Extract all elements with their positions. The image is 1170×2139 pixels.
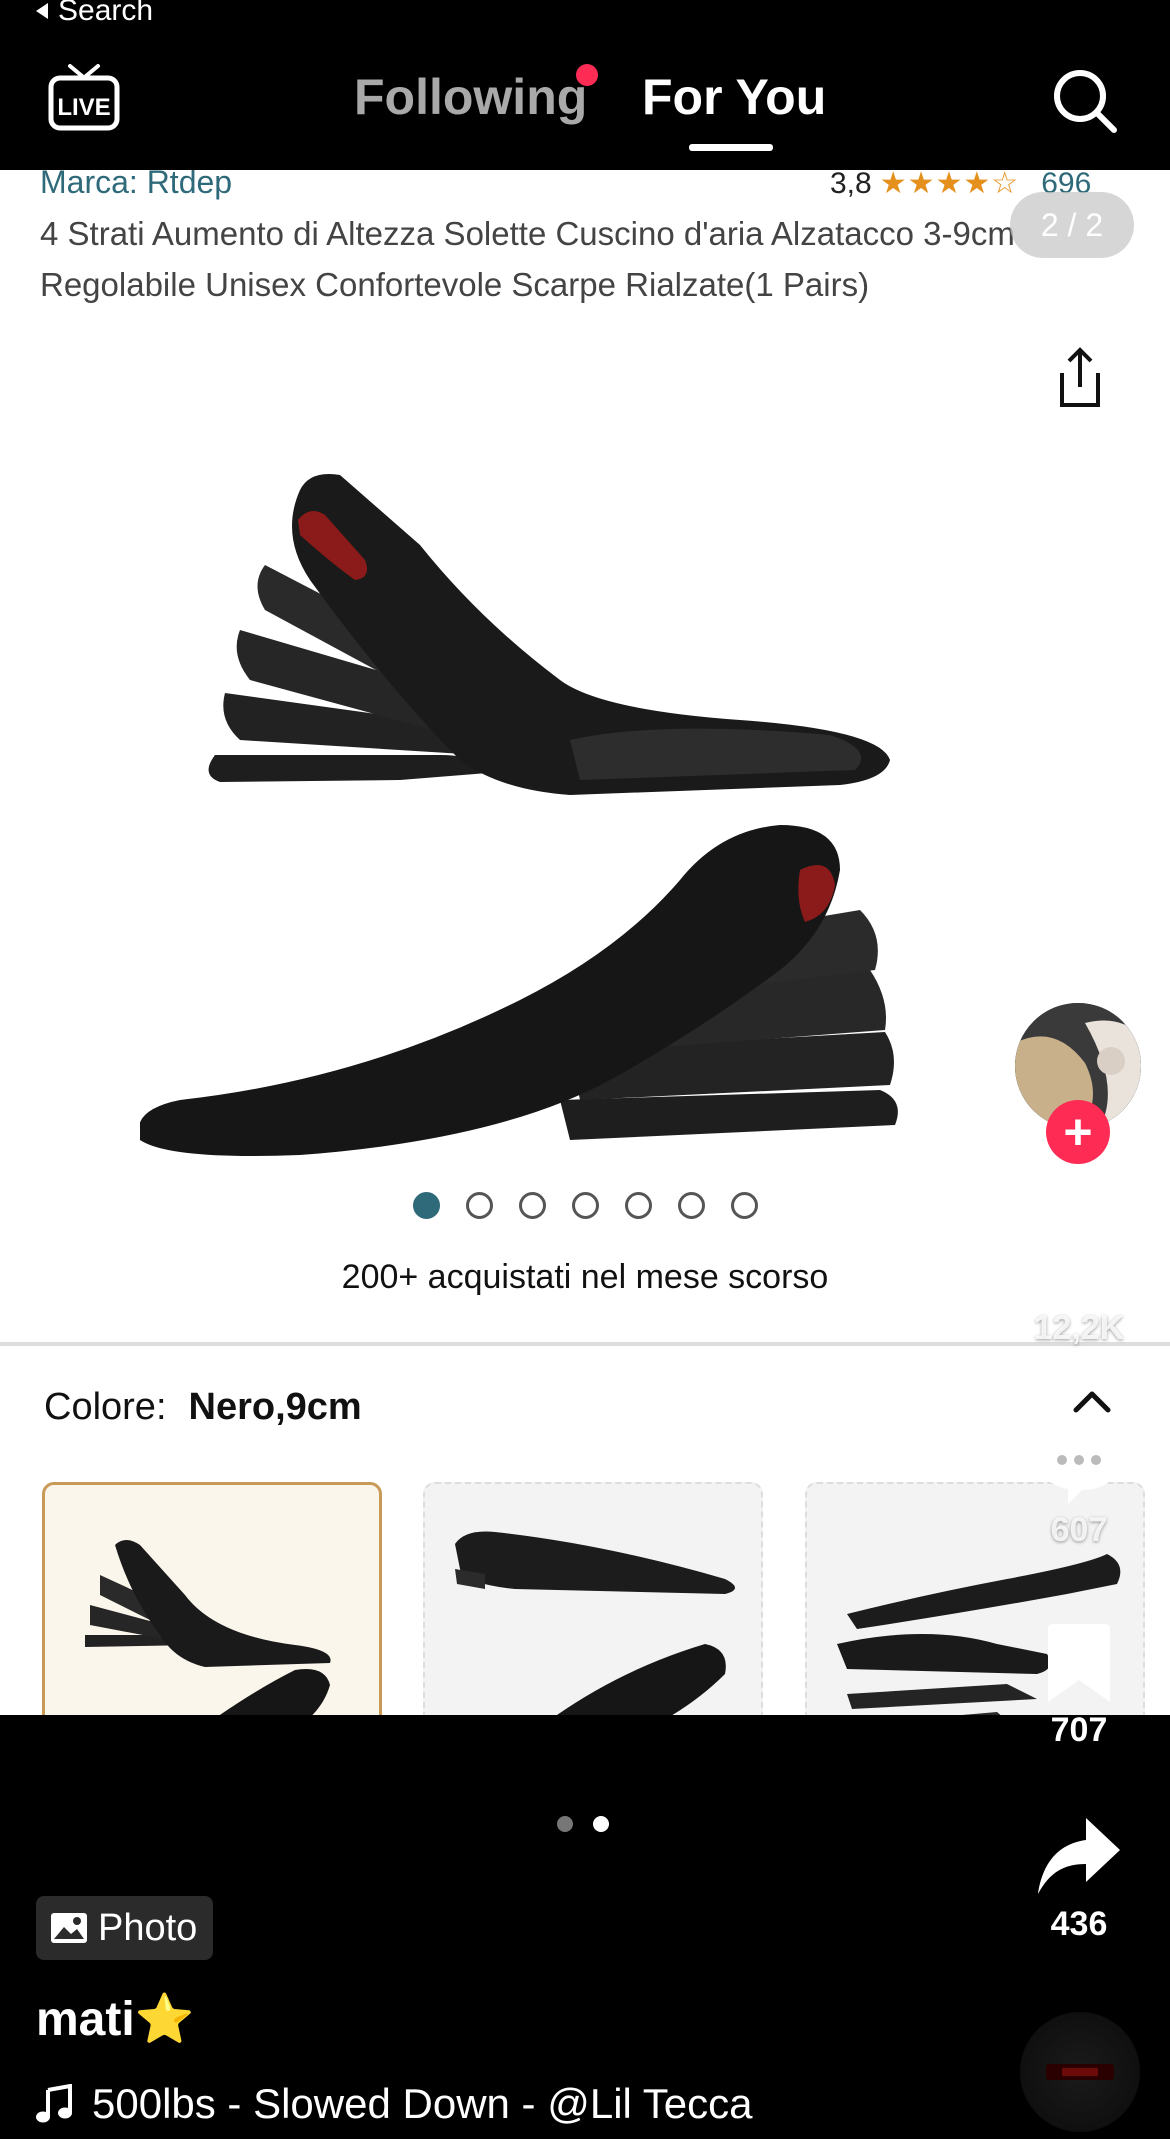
heart-icon: [1038, 1225, 1120, 1300]
image-dot: [465, 1192, 493, 1219]
tab-for-you[interactable]: For You: [642, 68, 826, 126]
brand-link: Marca: Rtdep: [40, 170, 233, 200]
share-arrow-icon: [1038, 1818, 1120, 1894]
share-button[interactable]: 436: [1020, 1814, 1138, 1944]
feed-tabs: Following For You: [0, 64, 1170, 154]
music-disc[interactable]: [1020, 2012, 1140, 2132]
section-divider: [0, 1342, 1170, 1346]
product-title: 4 Strati Aumento di Altezza Solette Cusc…: [40, 215, 1015, 303]
save-button[interactable]: 707: [1020, 1622, 1138, 1750]
color-selector-label: Colore: Nero,9cm: [44, 1386, 362, 1429]
comment-button[interactable]: 607: [1020, 1424, 1138, 1550]
like-button[interactable]: 12,2K: [1020, 1222, 1138, 1348]
comment-count: 607: [1050, 1511, 1108, 1549]
page-dot: [593, 1816, 609, 1832]
search-icon[interactable]: [1050, 66, 1120, 136]
back-label: Search: [58, 0, 154, 27]
image-dot: [730, 1192, 758, 1219]
bookmark-icon: [1048, 1624, 1110, 1702]
purchase-count-text: 200+ acquistati nel mese scorso: [341, 1258, 829, 1296]
product-header: Marca: Rtdep 3,8 ★★★★☆ 696: [40, 170, 1140, 208]
color-value: Nero,9cm: [188, 1386, 362, 1428]
comment-icon: [1038, 1428, 1120, 1504]
share-count: 436: [1050, 1905, 1108, 1943]
rating-value: 3,8: [830, 170, 872, 200]
creator-username[interactable]: mati⭐: [36, 1990, 194, 2047]
lower-insole-stack: [140, 825, 898, 1156]
image-dot: [624, 1192, 652, 1219]
color-label: Colore:: [44, 1386, 167, 1428]
image-dot: [677, 1192, 705, 1219]
carousel-page-dots: [557, 1816, 609, 1832]
color-swatch-option: [423, 1482, 763, 1715]
active-tab-indicator: [689, 144, 773, 151]
music-disc-icon: [1046, 2064, 1114, 2080]
swatch-insole-image: [85, 1540, 331, 1715]
upper-insole-stack: [208, 474, 890, 795]
image-icon: [51, 1913, 87, 1943]
photo-type-badge: Photo: [36, 1896, 214, 1960]
notification-dot: [576, 64, 598, 86]
follow-plus-button[interactable]: +: [1046, 1100, 1110, 1164]
top-bar: Search LIVE Following For You: [0, 0, 1170, 170]
image-dot: [571, 1192, 599, 1219]
save-count: 707: [1050, 1711, 1108, 1749]
music-info[interactable]: 500lbs - Slowed Down - @Lil Tecca: [36, 2080, 753, 2128]
chevron-up-icon: [1073, 1391, 1111, 1413]
like-count: 12,2K: [1033, 1309, 1125, 1347]
tab-following[interactable]: Following: [354, 68, 587, 126]
share-icon: [1060, 347, 1100, 407]
back-to-search[interactable]: Search: [36, 0, 153, 28]
post-photo[interactable]: Marca: Rtdep 3,8 ★★★★☆ 696 4 Strati Aume…: [0, 170, 1170, 1715]
page-dot: [557, 1816, 573, 1832]
star-rating-icon: ★★★★☆: [879, 170, 1020, 200]
photo-badge-label: Photo: [98, 1906, 198, 1949]
color-swatch-option: [42, 1482, 382, 1715]
back-arrow-icon: [36, 3, 48, 19]
image-dot: [518, 1192, 546, 1219]
image-dot: [412, 1192, 440, 1219]
insole-product-image: [140, 474, 898, 1156]
music-title: 500lbs - Slowed Down - @Lil Tecca: [92, 2080, 753, 2127]
product-image-dots: [0, 1192, 1170, 1219]
swatch-insole-image: [455, 1531, 735, 1715]
photo-counter: 2 / 2: [1010, 192, 1134, 258]
music-note-icon: [36, 2084, 72, 2123]
